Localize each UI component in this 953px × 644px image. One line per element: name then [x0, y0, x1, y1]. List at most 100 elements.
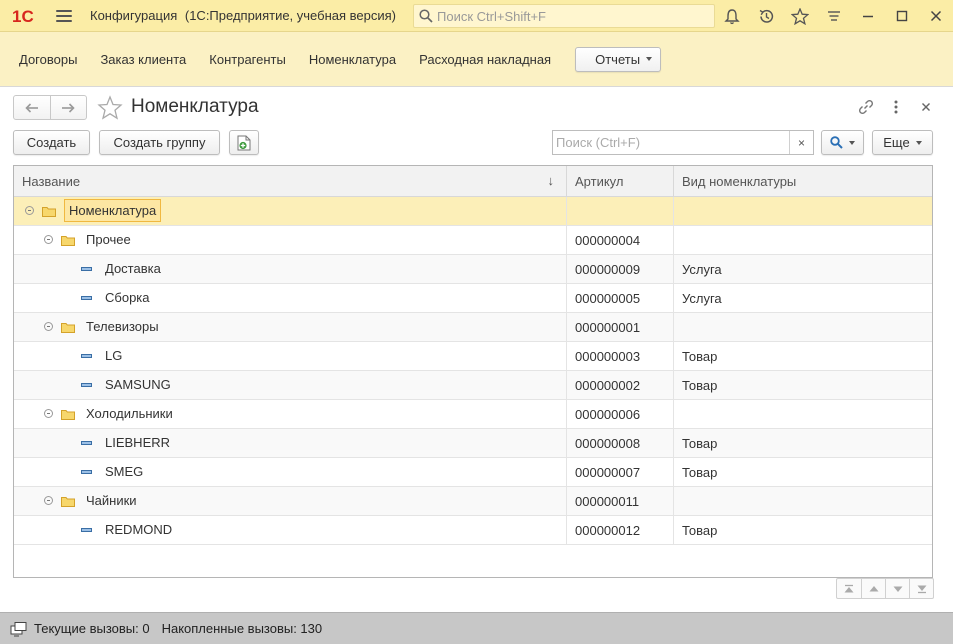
1c-logo-icon[interactable]: 1С — [12, 6, 42, 26]
cell-kind[interactable]: Товар — [673, 371, 932, 399]
nomenclature-table[interactable]: Название ↓ Артикул Вид номенклатуры Номе… — [13, 165, 933, 578]
search-button[interactable] — [821, 130, 864, 155]
cell-kind[interactable] — [673, 400, 932, 428]
cell-name[interactable]: Холодильники — [14, 400, 566, 428]
cell-name[interactable]: SMEG — [14, 458, 566, 486]
main-menu-icon[interactable] — [56, 9, 72, 22]
cell-name[interactable]: SAMSUNG — [14, 371, 566, 399]
last-row-button[interactable] — [909, 579, 933, 598]
favorites-star-icon[interactable] — [783, 0, 817, 32]
prev-row-button[interactable] — [861, 579, 885, 598]
more-vertical-icon[interactable] — [885, 96, 907, 118]
section-invoice[interactable]: Расходная накладная — [419, 52, 551, 67]
collapse-toggle-icon[interactable] — [25, 206, 34, 215]
cell-article[interactable]: 000000007 — [566, 458, 673, 486]
link-icon[interactable] — [855, 96, 877, 118]
next-row-button[interactable] — [885, 579, 909, 598]
column-header-article[interactable]: Артикул — [566, 166, 673, 196]
cell-name[interactable]: Доставка — [14, 255, 566, 283]
cell-name[interactable]: LG — [14, 342, 566, 370]
cell-article[interactable]: 000000011 — [566, 487, 673, 515]
find-input[interactable] — [553, 135, 789, 150]
section-counterparties[interactable]: Контрагенты — [209, 52, 286, 67]
column-header-name[interactable]: Название ↓ — [14, 166, 566, 196]
global-search-input[interactable] — [437, 8, 707, 24]
folder-icon — [61, 234, 75, 246]
clear-find-button[interactable]: × — [789, 131, 813, 154]
column-header-kind[interactable]: Вид номенклатуры — [673, 166, 932, 196]
create-button[interactable]: Создать — [13, 130, 90, 155]
maximize-icon[interactable] — [885, 0, 919, 32]
cell-kind[interactable]: Товар — [673, 342, 932, 370]
chevron-down-icon — [849, 140, 855, 145]
table-row[interactable]: REDMOND 000000012 Товар — [14, 516, 932, 545]
find-field[interactable]: × — [552, 130, 814, 155]
add-to-favorites-star-icon[interactable] — [97, 95, 123, 121]
form-close-icon[interactable] — [915, 96, 937, 118]
table-row[interactable]: LIEBHERR 000000008 Товар — [14, 429, 932, 458]
global-search[interactable] — [413, 4, 715, 28]
section-nomenclature[interactable]: Номенклатура — [309, 52, 396, 67]
cell-article[interactable] — [566, 197, 673, 225]
cell-article[interactable]: 000000009 — [566, 255, 673, 283]
minimize-icon[interactable] — [851, 0, 885, 32]
section-contracts[interactable]: Договоры — [19, 52, 77, 67]
cell-article[interactable]: 000000003 — [566, 342, 673, 370]
table-row[interactable]: Сборка 000000005 Услуга — [14, 284, 932, 313]
cell-name[interactable]: Телевизоры — [14, 313, 566, 341]
table-row[interactable]: Доставка 000000009 Услуга — [14, 255, 932, 284]
cell-article[interactable]: 000000005 — [566, 284, 673, 312]
cell-article[interactable]: 000000012 — [566, 516, 673, 544]
collapse-toggle-icon[interactable] — [44, 409, 53, 418]
first-row-button[interactable] — [837, 579, 861, 598]
history-icon[interactable] — [749, 0, 783, 32]
cell-kind[interactable]: Услуга — [673, 284, 932, 312]
chevron-down-icon — [646, 57, 653, 61]
bell-icon[interactable] — [715, 0, 749, 32]
forward-button[interactable] — [49, 96, 87, 119]
section-customer-order[interactable]: Заказ клиента — [100, 52, 186, 67]
cell-kind[interactable] — [673, 313, 932, 341]
table-row[interactable]: LG 000000003 Товар — [14, 342, 932, 371]
cell-kind[interactable]: Услуга — [673, 255, 932, 283]
cell-name[interactable]: Прочее — [14, 226, 566, 254]
row-name: Телевизоры — [86, 319, 159, 334]
table-row[interactable]: Телевизоры 000000001 — [14, 313, 932, 342]
cell-kind[interactable]: Товар — [673, 516, 932, 544]
cell-article[interactable]: 000000001 — [566, 313, 673, 341]
table-row[interactable]: SMEG 000000007 Товар — [14, 458, 932, 487]
create-group-button[interactable]: Создать группу — [99, 130, 220, 155]
collapse-toggle-icon[interactable] — [44, 235, 53, 244]
column-header-kind-label: Вид номенклатуры — [682, 173, 797, 189]
cell-article[interactable]: 000000008 — [566, 429, 673, 457]
create-copy-button[interactable] — [229, 130, 259, 155]
cell-kind[interactable]: Товар — [673, 429, 932, 457]
server-calls-icon[interactable] — [10, 621, 28, 637]
cell-name[interactable]: REDMOND — [14, 516, 566, 544]
table-row[interactable]: Холодильники 000000006 — [14, 400, 932, 429]
close-icon[interactable] — [919, 0, 953, 32]
up-icon — [869, 585, 878, 591]
back-button[interactable] — [14, 96, 50, 119]
accumulated-calls-text: Накопленные вызовы: 130 — [161, 621, 323, 636]
cell-name[interactable]: Чайники — [14, 487, 566, 515]
reports-button[interactable]: Отчеты — [575, 46, 662, 72]
collapse-toggle-icon[interactable] — [44, 496, 53, 505]
table-row[interactable]: Номенклатура — [14, 197, 932, 226]
cell-article[interactable]: 000000006 — [566, 400, 673, 428]
cell-name[interactable]: LIEBHERR — [14, 429, 566, 457]
table-row[interactable]: SAMSUNG 000000002 Товар — [14, 371, 932, 400]
cell-kind[interactable] — [673, 487, 932, 515]
table-row[interactable]: Чайники 000000011 — [14, 487, 932, 516]
cell-article[interactable]: 000000002 — [566, 371, 673, 399]
table-row[interactable]: Прочее 000000004 — [14, 226, 932, 255]
more-button[interactable]: Еще — [872, 130, 933, 155]
cell-kind[interactable]: Товар — [673, 458, 932, 486]
cell-name[interactable]: Сборка — [14, 284, 566, 312]
menu-lines-icon[interactable] — [817, 0, 851, 32]
cell-kind[interactable] — [673, 197, 932, 225]
cell-article[interactable]: 000000004 — [566, 226, 673, 254]
cell-name[interactable]: Номенклатура — [14, 197, 566, 225]
cell-kind[interactable] — [673, 226, 932, 254]
collapse-toggle-icon[interactable] — [44, 322, 53, 331]
